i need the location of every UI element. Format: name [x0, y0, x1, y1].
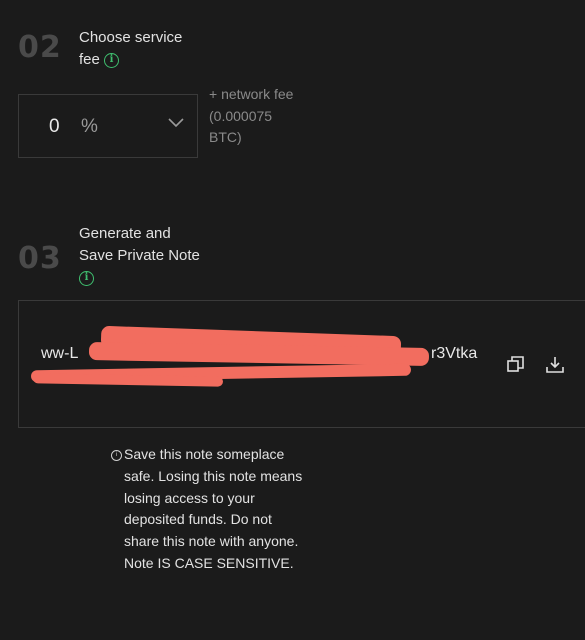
- step-number-02: 02: [18, 30, 62, 65]
- service-fee-select[interactable]: 0 %: [18, 94, 198, 158]
- copy-icon[interactable]: [506, 355, 526, 375]
- step-title-line2: Save Private Note: [79, 247, 200, 264]
- step-title-line2-row: fee i: [79, 49, 182, 71]
- info-icon[interactable]: i: [104, 52, 120, 68]
- warning-icon: i: [111, 450, 122, 461]
- info-row: i: [79, 267, 200, 289]
- chevron-down-icon: [168, 118, 184, 128]
- redaction-mark: [32, 373, 224, 387]
- step-title-line1: Choose service: [79, 29, 183, 46]
- step-number-03: 03: [18, 241, 62, 276]
- fee-value: 0: [49, 116, 60, 137]
- warning-text: Save this note someplace safe. Losing th…: [124, 446, 303, 571]
- page: 02 Choose service fee i 0 % + network fe…: [0, 0, 585, 640]
- step-title-line2: fee: [79, 51, 100, 68]
- network-fee-label: + network fee (0.000075 BTC): [209, 86, 294, 145]
- download-icon[interactable]: [545, 355, 565, 375]
- step-title-choose-fee: Choose service fee i: [79, 27, 182, 71]
- info-icon[interactable]: i: [79, 270, 94, 286]
- step-title-private-note: Generate and Save Private Note i: [79, 223, 200, 289]
- step-title-line1: Generate and: [79, 225, 171, 242]
- private-note-suffix[interactable]: r3Vtka: [431, 343, 477, 365]
- fee-unit: %: [81, 116, 98, 137]
- private-note-box: ww-L r3Vtka: [18, 300, 585, 428]
